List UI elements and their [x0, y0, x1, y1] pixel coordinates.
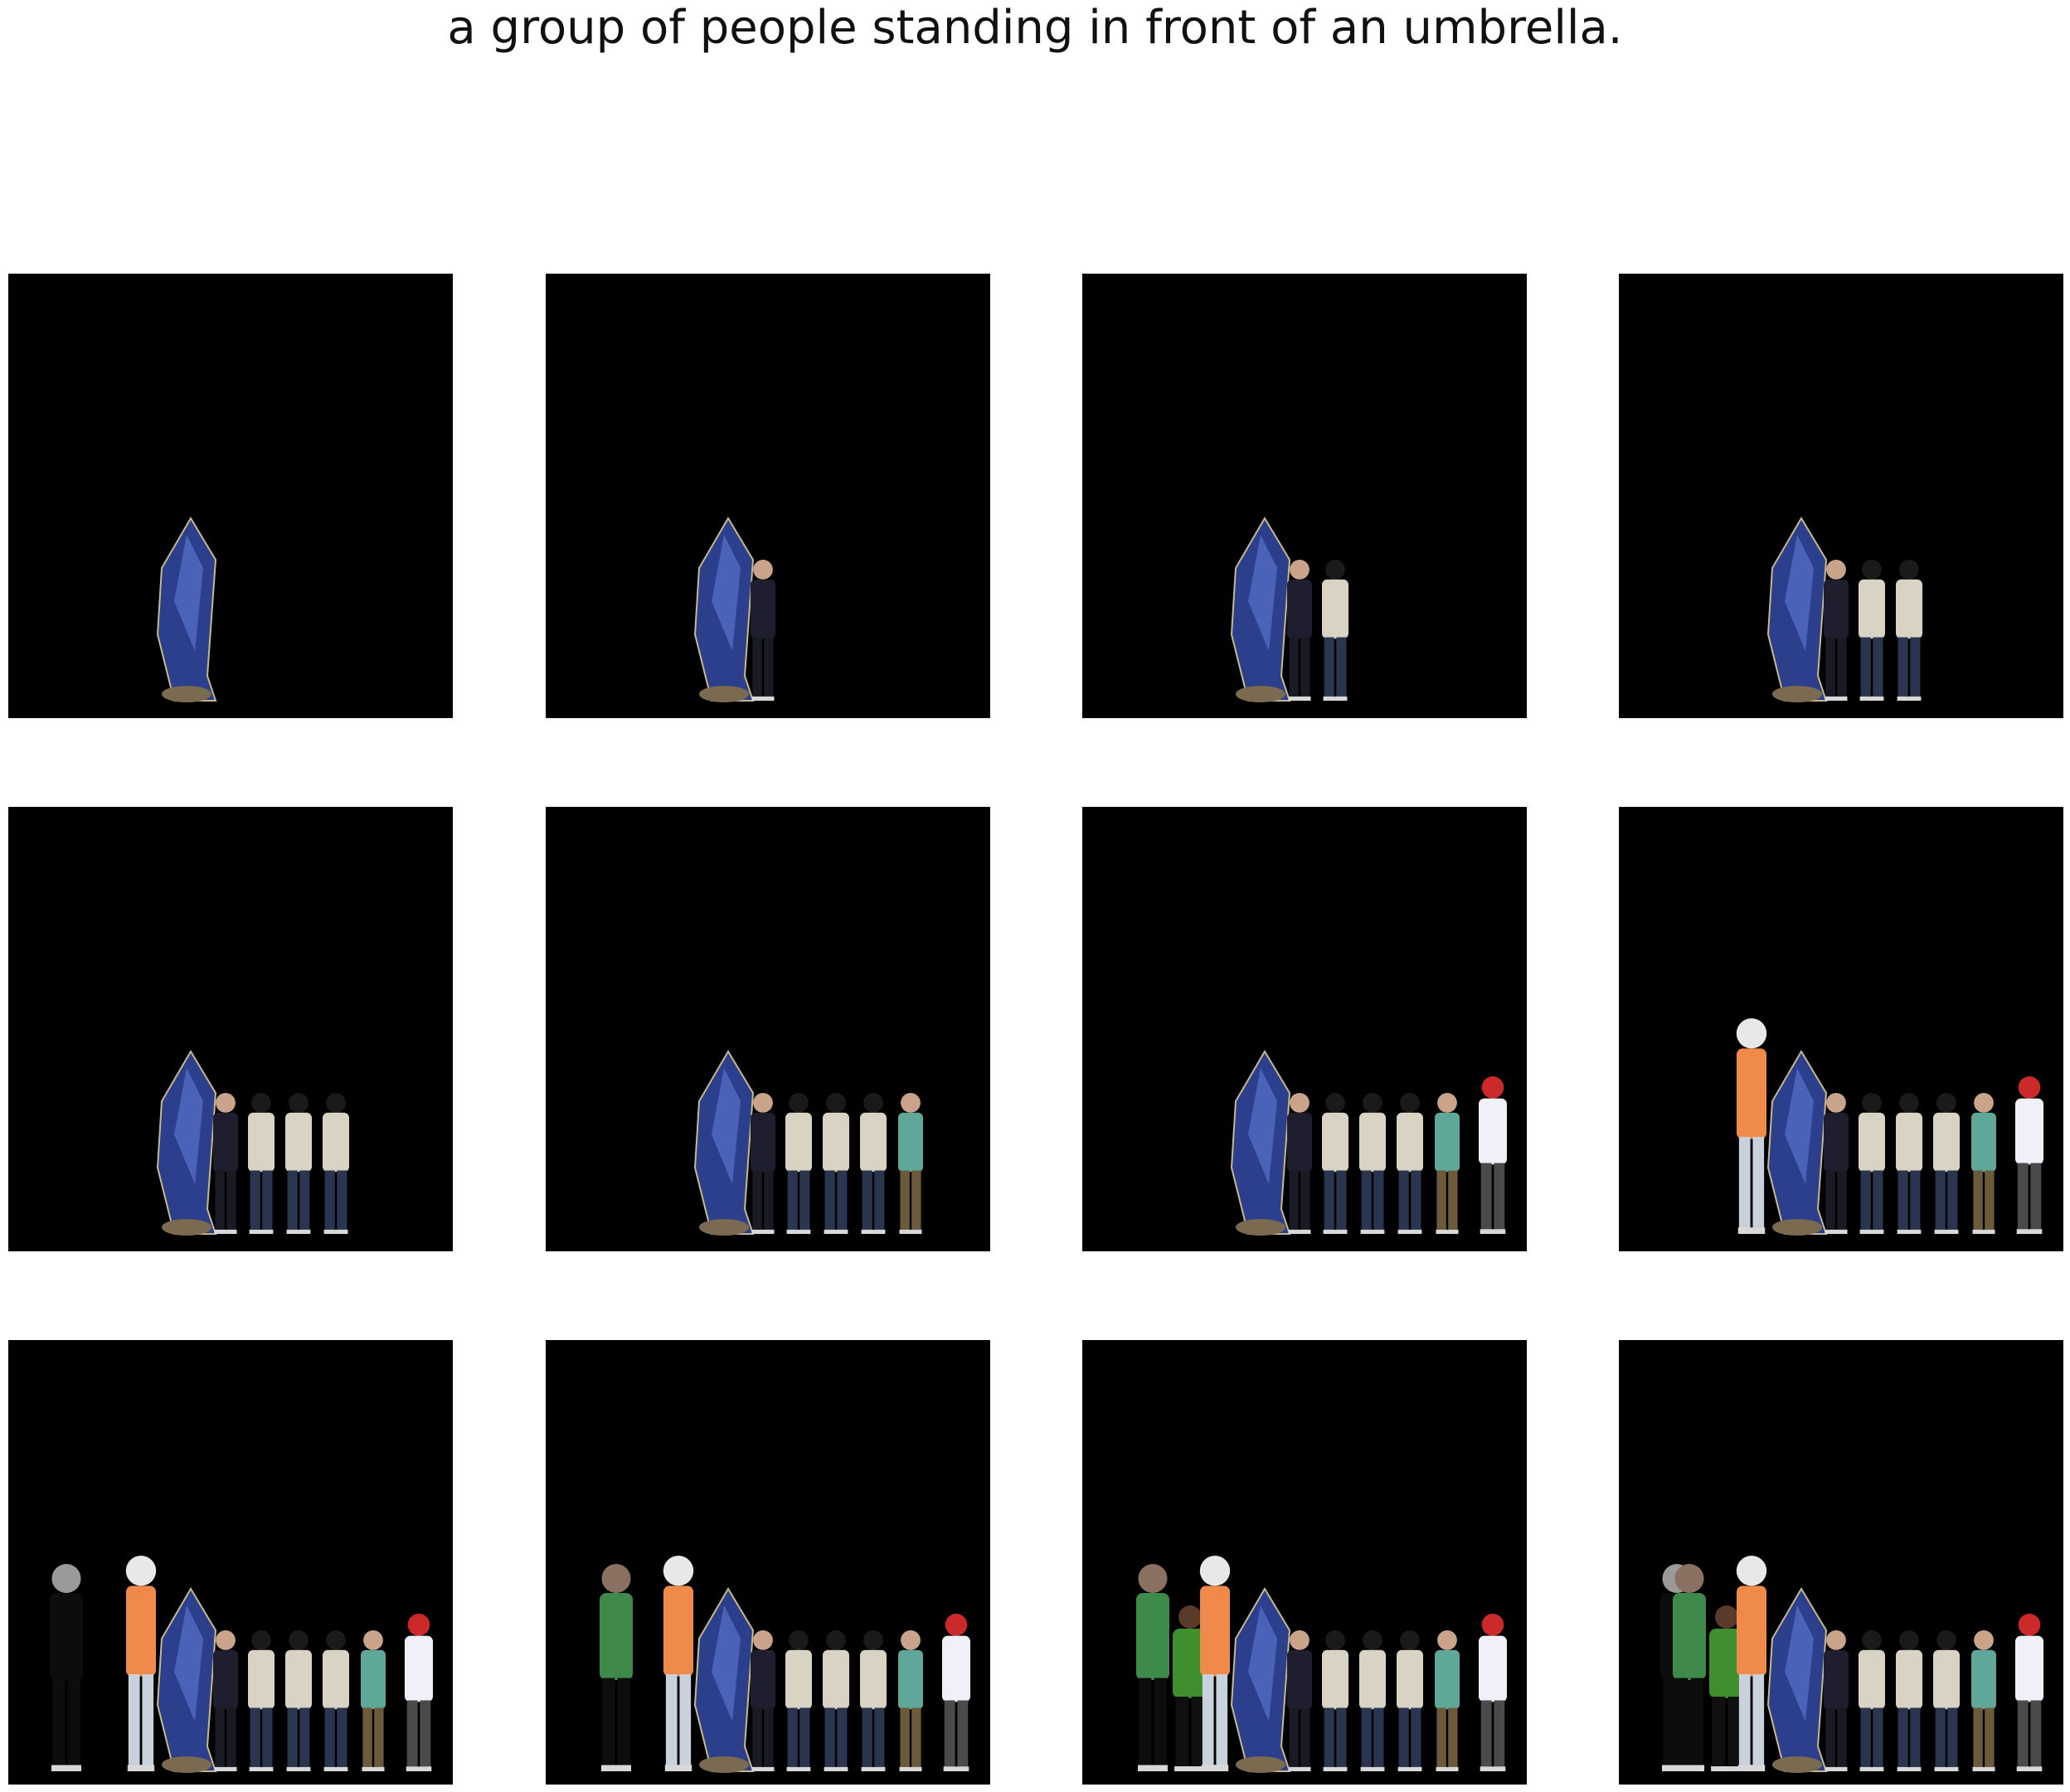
image-panel-5: [8, 807, 453, 1251]
image-panel-4: [1619, 274, 2063, 718]
panel-illustration: [1736, 1018, 2043, 1236]
teal-shirt-person-icon: [898, 1630, 923, 1771]
blue-umbrella-figure-icon: [693, 1587, 755, 1773]
black-jacket-person-icon: [751, 560, 775, 701]
green-shirt-person-icon: [1136, 1564, 1169, 1771]
orange-shirt-person-icon: [1736, 1018, 1767, 1234]
white-jacket-person-icon: [248, 1630, 275, 1771]
white-jacket-person-icon: [1896, 560, 1922, 701]
panel-illustration: [1660, 1556, 2043, 1773]
black-jacket-person-icon: [751, 1093, 775, 1234]
white-jacket-person-icon: [1896, 1630, 1922, 1771]
black-suit-person-icon: [50, 1564, 83, 1771]
image-panel-8: [1619, 807, 2063, 1251]
panel-illustration: [1230, 1050, 1507, 1236]
blue-umbrella-figure-icon: [1766, 517, 1828, 702]
blue-umbrella-figure-icon: [1230, 1050, 1291, 1236]
red-cap-person-icon: [942, 1614, 970, 1771]
teal-shirt-person-icon: [361, 1630, 386, 1771]
white-jacket-person-icon: [323, 1630, 349, 1771]
panel-illustration: [156, 517, 217, 702]
figure-caption: a group of people standing in front of a…: [447, 1, 1623, 55]
blue-umbrella-figure-icon: [1766, 1050, 1828, 1236]
orange-shirt-person-icon: [663, 1556, 694, 1771]
white-jacket-person-icon: [285, 1630, 312, 1771]
panel-illustration: [693, 517, 775, 702]
white-jacket-person-icon: [1859, 1093, 1885, 1234]
white-jacket-person-icon: [1359, 1093, 1386, 1234]
black-jacket-person-icon: [751, 1630, 775, 1771]
white-jacket-person-icon: [248, 1093, 275, 1234]
green-shirt-person-icon: [600, 1564, 633, 1771]
blue-umbrella-figure-icon: [156, 1050, 217, 1236]
orange-shirt-person-icon: [125, 1556, 157, 1771]
white-jacket-person-icon: [785, 1630, 812, 1771]
blue-umbrella-figure-icon: [1766, 1587, 1828, 1773]
white-jacket-person-icon: [1322, 1093, 1348, 1234]
white-jacket-person-icon: [285, 1093, 312, 1234]
image-panel-11: [1082, 1340, 1527, 1785]
white-jacket-person-icon: [860, 1093, 887, 1234]
white-jacket-person-icon: [1859, 560, 1885, 701]
white-jacket-person-icon: [823, 1093, 849, 1234]
blue-umbrella-figure-icon: [693, 517, 755, 702]
orange-shirt-person-icon: [1199, 1556, 1231, 1771]
white-jacket-person-icon: [860, 1630, 887, 1771]
black-jacket-person-icon: [1287, 1630, 1312, 1771]
teal-shirt-person-icon: [898, 1093, 923, 1234]
image-panel-1: [8, 274, 453, 718]
red-cap-person-icon: [2015, 1614, 2043, 1771]
white-jacket-person-icon: [823, 1630, 849, 1771]
black-jacket-person-icon: [1824, 1630, 1849, 1771]
image-panel-12: [1619, 1340, 2063, 1785]
blue-umbrella-figure-icon: [1230, 1587, 1291, 1773]
teal-shirt-person-icon: [1435, 1630, 1460, 1771]
white-jacket-person-icon: [1322, 560, 1348, 701]
panel-illustration: [1136, 1556, 1507, 1773]
white-jacket-person-icon: [1322, 1630, 1348, 1771]
teal-shirt-person-icon: [1971, 1093, 1996, 1234]
white-jacket-person-icon: [1397, 1093, 1423, 1234]
panel-illustration: [50, 1556, 433, 1773]
blue-umbrella-figure-icon: [156, 1587, 217, 1773]
image-panel-2: [546, 274, 990, 718]
panel-illustration: [693, 1050, 923, 1236]
white-jacket-person-icon: [1859, 1630, 1885, 1771]
black-jacket-person-icon: [1287, 1093, 1312, 1234]
black-jacket-person-icon: [1824, 1093, 1849, 1234]
white-jacket-person-icon: [1933, 1630, 1960, 1771]
orange-shirt-person-icon: [1736, 1556, 1767, 1771]
white-jacket-person-icon: [1933, 1093, 1960, 1234]
blue-umbrella-figure-icon: [693, 1050, 755, 1236]
black-jacket-person-icon: [1287, 560, 1312, 701]
teal-shirt-person-icon: [1435, 1093, 1460, 1234]
panel-illustration: [1766, 517, 1922, 702]
blue-umbrella-figure-icon: [1230, 517, 1291, 702]
red-cap-person-icon: [405, 1614, 433, 1771]
image-panel-3: [1082, 274, 1527, 718]
blue-umbrella-figure-icon: [156, 517, 217, 702]
image-panel-7: [1082, 807, 1527, 1251]
black-jacket-person-icon: [213, 1093, 238, 1234]
black-jacket-person-icon: [1824, 560, 1849, 701]
white-jacket-person-icon: [785, 1093, 812, 1234]
teal-shirt-person-icon: [1971, 1630, 1996, 1771]
red-cap-person-icon: [1479, 1076, 1507, 1234]
black-jacket-person-icon: [213, 1630, 238, 1771]
red-cap-person-icon: [1479, 1614, 1507, 1771]
white-jacket-person-icon: [1896, 1093, 1922, 1234]
image-panel-6: [546, 807, 990, 1251]
panel-illustration: [156, 1050, 349, 1236]
panel-illustration: [1230, 517, 1348, 702]
white-jacket-person-icon: [1397, 1630, 1423, 1771]
image-panel-9: [8, 1340, 453, 1785]
panel-illustration: [600, 1556, 970, 1773]
white-jacket-person-icon: [1359, 1630, 1386, 1771]
image-panel-10: [546, 1340, 990, 1785]
white-jacket-person-icon: [323, 1093, 349, 1234]
red-cap-person-icon: [2015, 1076, 2043, 1234]
